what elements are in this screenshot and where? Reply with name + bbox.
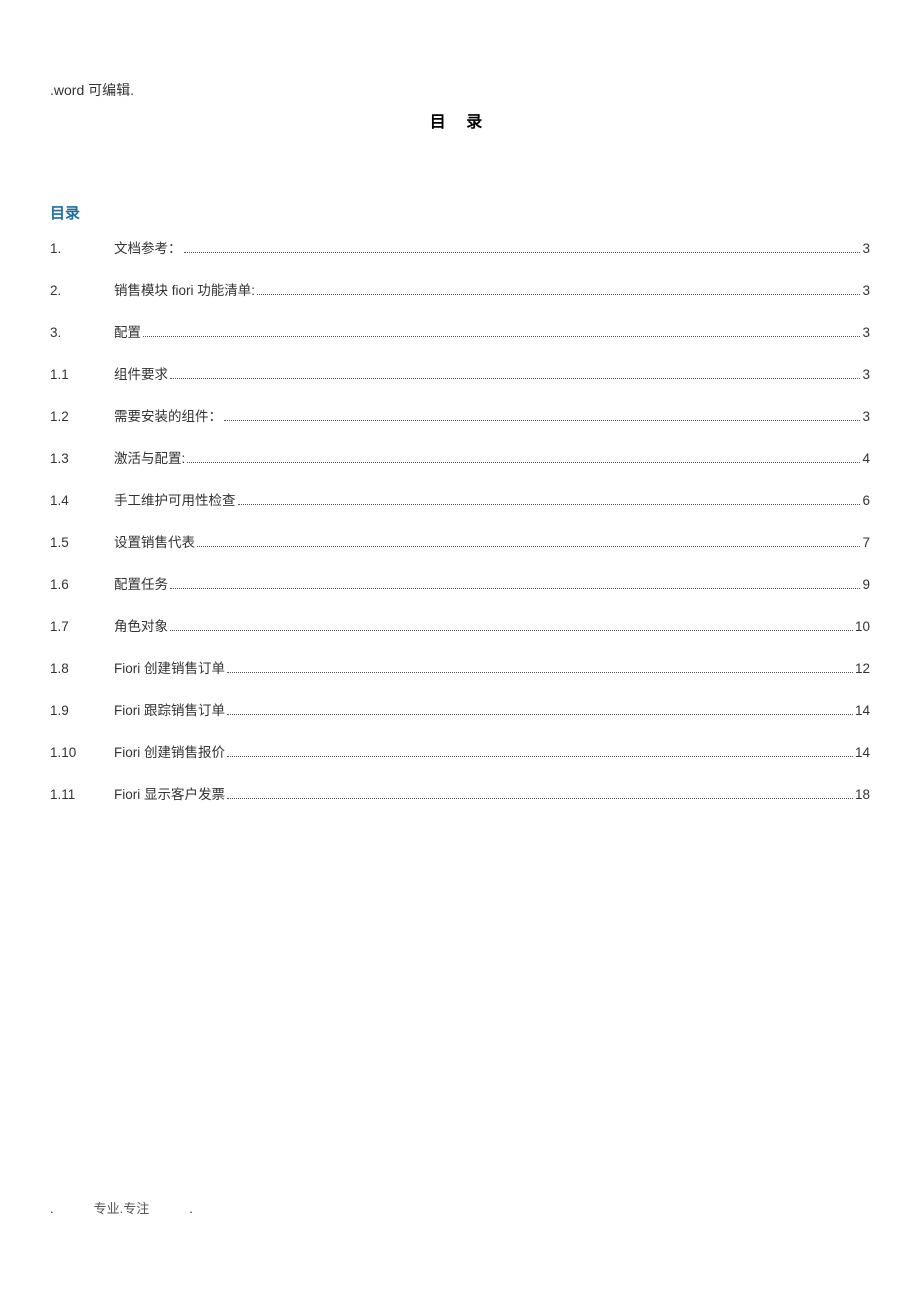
toc-entry-label: 设置销售代表 xyxy=(114,531,195,551)
toc-entry-number: 1.6 xyxy=(50,577,114,592)
toc-entry-page: 10 xyxy=(855,619,870,634)
toc-leader-dots xyxy=(187,462,860,463)
toc-entry[interactable]: 1.4手工维护可用性检查 6 xyxy=(50,489,870,509)
toc-entry[interactable]: 3.配置 3 xyxy=(50,321,870,341)
toc-entry[interactable]: 1.3激活与配置: 4 xyxy=(50,447,870,467)
toc-entry-label: 角色对象 xyxy=(114,615,168,635)
toc-leader-dots xyxy=(227,672,853,673)
toc-entry[interactable]: 2.销售模块 fiori 功能清单: 3 xyxy=(50,279,870,299)
toc-entry[interactable]: 1.6配置任务 9 xyxy=(50,573,870,593)
toc-entry-page: 4 xyxy=(862,451,870,466)
toc-entry-number: 1.8 xyxy=(50,661,114,676)
toc-entry-label: Fiori 显示客户发票 xyxy=(114,783,225,803)
toc-entry-number: 2. xyxy=(50,283,114,298)
toc-leader-dots xyxy=(170,378,860,379)
toc-entry-label: 组件要求 xyxy=(114,363,168,383)
toc-entry[interactable]: 1.8Fiori 创建销售订单 12 xyxy=(50,657,870,677)
toc-entry-page: 7 xyxy=(862,535,870,550)
toc-entry[interactable]: 1.11Fiori 显示客户发票 18 xyxy=(50,783,870,803)
toc-leader-dots xyxy=(170,588,860,589)
footer-left: . xyxy=(50,1201,54,1216)
toc-entry-page: 12 xyxy=(855,661,870,676)
toc-entry-label: 销售模块 fiori 功能清单: xyxy=(114,279,255,299)
document-page: .word 可编辑. 目 录 目录 1.文档参考：32.销售模块 fiori 功… xyxy=(0,0,920,803)
toc-list: 1.文档参考： 3 2.销售模块 fiori 功能清单: 3 3.配置 3 1.1组件要求 3… xyxy=(50,237,870,803)
toc-entry-number: 1.11 xyxy=(50,787,114,802)
toc-entry[interactable]: 1.1组件要求 3 xyxy=(50,363,870,383)
toc-entry-number: 1. xyxy=(50,241,114,256)
toc-entry-label: Fiori 创建销售报价 xyxy=(114,741,225,761)
toc-entry-page: 9 xyxy=(862,577,870,592)
toc-entry-label: Fiori 创建销售订单 xyxy=(114,657,225,677)
toc-entry-number: 3. xyxy=(50,325,114,340)
toc-entry-label: Fiori 跟踪销售订单 xyxy=(114,699,225,719)
toc-entry[interactable]: 1.文档参考： 3 xyxy=(50,237,870,257)
toc-entry-label: 文档参考： xyxy=(114,237,182,257)
toc-entry-number: 1.5 xyxy=(50,535,114,550)
toc-entry-page: 3 xyxy=(862,283,870,298)
toc-entry-number: 1.3 xyxy=(50,451,114,466)
toc-heading: 目录 xyxy=(50,202,870,223)
toc-entry-page: 6 xyxy=(862,493,870,508)
toc-entry[interactable]: 1.2需要安装的组件： 3 xyxy=(50,405,870,425)
toc-entry-page: 14 xyxy=(855,703,870,718)
toc-entry-page: 18 xyxy=(855,787,870,802)
toc-entry-label: 配置 xyxy=(114,321,141,341)
toc-leader-dots xyxy=(227,756,853,757)
toc-leader-dots xyxy=(197,546,860,547)
toc-entry-number: 1.1 xyxy=(50,367,114,382)
toc-entry-label: 配置任务 xyxy=(114,573,168,593)
toc-entry-number: 1.10 xyxy=(50,745,114,760)
toc-entry-page: 3 xyxy=(862,325,870,340)
toc-entry-number: 1.7 xyxy=(50,619,114,634)
toc-entry[interactable]: 1.5设置销售代表 7 xyxy=(50,531,870,551)
toc-leader-dots xyxy=(143,336,860,337)
toc-entry-label: 需要安装的组件： xyxy=(114,405,222,425)
toc-entry-page: 3 xyxy=(862,367,870,382)
toc-leader-dots xyxy=(224,420,860,421)
toc-entry-label: 手工维护可用性检查 xyxy=(114,489,236,509)
toc-entry-number: 1.9 xyxy=(50,703,114,718)
toc-leader-dots xyxy=(170,630,853,631)
toc-entry[interactable]: 1.9Fiori 跟踪销售订单 14 xyxy=(50,699,870,719)
header-watermark: .word 可编辑. xyxy=(50,80,870,100)
toc-leader-dots xyxy=(238,504,861,505)
page-title: 目 录 xyxy=(50,108,870,132)
toc-leader-dots xyxy=(227,714,853,715)
toc-entry-page: 3 xyxy=(862,241,870,256)
toc-leader-dots xyxy=(257,294,860,295)
toc-entry[interactable]: 1.7角色对象 10 xyxy=(50,615,870,635)
toc-entry-page: 14 xyxy=(855,745,870,760)
footer: . 专业.专注 . xyxy=(50,1198,193,1217)
footer-right: . xyxy=(189,1201,193,1216)
toc-entry-number: 1.4 xyxy=(50,493,114,508)
footer-mid: 专业.专注 xyxy=(94,1198,150,1217)
toc-entry-page: 3 xyxy=(862,409,870,424)
toc-entry-number: 1.2 xyxy=(50,409,114,424)
toc-leader-dots xyxy=(184,252,861,253)
toc-entry[interactable]: 1.10Fiori 创建销售报价 14 xyxy=(50,741,870,761)
toc-leader-dots xyxy=(227,798,853,799)
toc-entry-label: 激活与配置: xyxy=(114,447,185,467)
